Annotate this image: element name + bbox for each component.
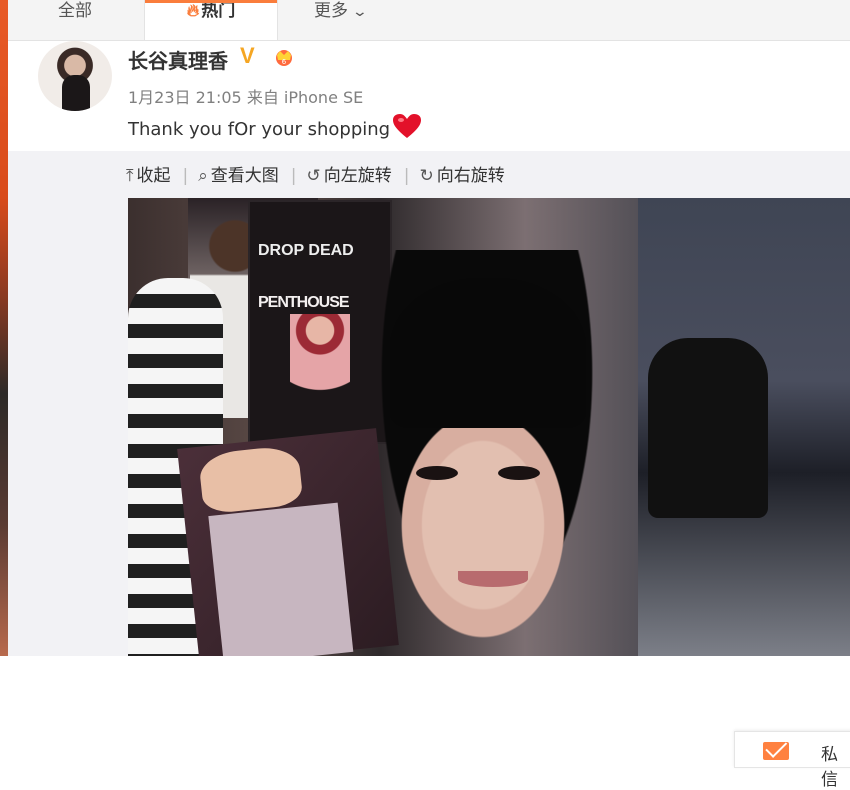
post-meta: 1月23日 21:05 来自 iPhone SE — [128, 88, 364, 107]
photo-eye-right — [498, 466, 540, 480]
tab-hot[interactable]: 🔥︎ 热门 — [144, 0, 278, 40]
collapse-label: 收起 — [136, 166, 171, 186]
feed-tab-bar: 全部 🔥︎ 热门 更多 ⌄ — [8, 0, 850, 41]
poster-figure — [290, 314, 350, 424]
collapse-button[interactable]: ⤒ 收起 — [126, 161, 171, 186]
search-icon: ⌕ — [198, 166, 208, 186]
private-message-label: 私信 — [821, 745, 838, 790]
tab-all-label: 全部 — [58, 1, 92, 21]
feed-card: 长谷真理香 V 6 1月23日 21:05 来自 iPhone SE Thank… — [8, 41, 850, 790]
photo-eye-left — [416, 466, 458, 480]
poster-title: DROP DEAD — [258, 242, 354, 259]
rotate-left-icon: ↺ — [306, 166, 321, 186]
username[interactable]: 长谷真理香 — [128, 45, 228, 74]
post-photo[interactable]: DROP DEAD PENTHOUSE — [128, 198, 850, 656]
tab-hot-label: 热门 — [201, 1, 236, 21]
avatar-figure — [62, 75, 90, 111]
rotate-right-icon: ↻ — [419, 166, 434, 186]
rotate-right-label: 向右旋转 — [436, 166, 505, 186]
view-large-button[interactable]: ⌕ 查看大图 — [198, 161, 279, 186]
post-text-content: Thank you fOr your shopping — [128, 119, 391, 140]
rotate-left-label: 向左旋转 — [323, 166, 392, 186]
media-toolbar: ⤒ 收起 | ⌕ 查看大图 | ↺ 向左旋转 | ↻ 向右旋转 — [126, 161, 513, 186]
photo-mouth — [458, 571, 528, 587]
mail-icon — [763, 742, 789, 760]
left-edge-strip — [0, 0, 8, 656]
toolbar-divider: | — [403, 166, 410, 186]
toolbar-divider: | — [290, 166, 297, 186]
product-card — [208, 502, 354, 656]
rotate-right-button[interactable]: ↻ 向右旋转 — [420, 161, 505, 186]
toolbar-divider: | — [182, 166, 189, 186]
active-tab-indicator — [145, 0, 277, 3]
flame-icon: 🔥︎ — [186, 1, 200, 21]
photo-bangs — [390, 278, 586, 428]
heart-icon — [393, 114, 422, 138]
chevron-down-icon: ⌄ — [351, 4, 369, 20]
member-crown-icon[interactable]: 6 — [272, 47, 296, 67]
product-sleeve — [197, 444, 304, 515]
post-text: Thank you fOr your shopping — [128, 113, 422, 140]
tab-more[interactable]: 更多 ⌄ — [314, 0, 369, 40]
photo-product-box — [177, 428, 399, 656]
avatar[interactable] — [38, 41, 112, 111]
svg-text:6: 6 — [282, 58, 287, 66]
arrow-up-icon: ⤒ — [126, 166, 134, 186]
rotate-left-button[interactable]: ↺ 向左旋转 — [307, 161, 392, 186]
photo-hoodie-person — [648, 338, 768, 518]
poster-brand: PENTHOUSE — [258, 294, 350, 311]
view-large-label: 查看大图 — [210, 166, 279, 186]
tab-all[interactable]: 全部 — [58, 0, 92, 40]
verified-badge-icon[interactable]: V — [240, 43, 255, 69]
media-area: ⤒ 收起 | ⌕ 查看大图 | ↺ 向左旋转 | ↻ 向右旋转 DROP DEAD PENTHOUS… — [8, 151, 850, 790]
tab-more-label: 更多 — [314, 1, 348, 21]
private-message-button[interactable]: 私信 — [734, 731, 850, 790]
photo-face — [388, 418, 578, 656]
